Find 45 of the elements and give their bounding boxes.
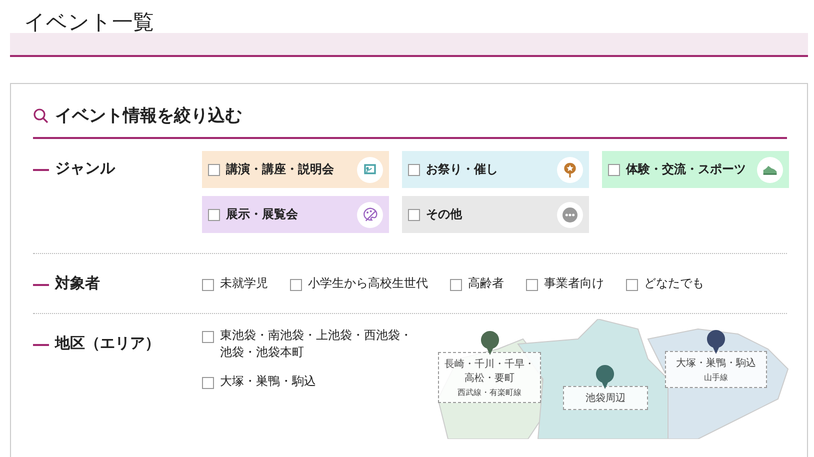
area-name: 池袋周辺 [584,392,626,405]
option-label: 東池袋・南池袋・上池袋・西池袋・池袋・池袋本町 [220,327,413,361]
train-line: 山手線 [703,372,729,383]
checkbox[interactable] [626,278,638,290]
option-label: 未就学児 [220,275,268,292]
checkbox[interactable] [408,164,420,176]
area-name: 長崎・千川・千早・高松・要町 [444,358,536,385]
filter-heading: イベント情報を絞り込む [55,105,242,127]
checkbox[interactable] [408,208,420,220]
checkbox[interactable] [202,331,214,343]
option-label: 事業者向け [544,275,604,292]
option-label: 小学生から高校生世代 [308,275,428,292]
section-label: 対象者 [55,274,100,293]
genre-option[interactable]: お祭り・催し [402,151,589,188]
map-area-label[interactable]: 池袋周辺 [563,386,648,410]
genre-label: お祭り・催し [426,161,499,178]
genre-label: 体験・交流・スポーツ [626,161,747,178]
checkbox[interactable] [450,278,462,290]
map-area-label[interactable]: 長崎・千川・千早・高松・要町 西武線・有楽町線 [438,352,541,403]
option-label: どなたでも [644,275,704,292]
genre-label: 講演・講座・説明会 [226,161,335,178]
page-title: イベント一覧 [24,9,154,36]
genre-label: 展示・展覧会 [226,206,299,223]
section-label: 地区（エリア） [55,334,160,353]
other-icon [557,202,583,228]
genre-option[interactable]: 講演・講座・説明会 [202,151,389,188]
option-label: 大塚・巣鴨・駒込 [220,373,316,390]
section-label: ジャンル [55,159,115,178]
checkbox[interactable] [208,164,220,176]
checkbox[interactable] [202,377,214,389]
lecture-icon [357,156,383,182]
checkbox[interactable] [290,278,302,290]
map-area-label[interactable]: 大塚・巣鴨・駒込 山手線 [665,351,767,388]
checkbox[interactable] [526,278,538,290]
checkbox[interactable] [608,164,620,176]
option-label: 高齢者 [468,275,504,292]
genre-label: その他 [426,206,463,223]
checkbox[interactable] [202,278,214,290]
train-line: 西武線・有楽町線 [456,387,522,398]
genre-option[interactable]: 展示・展覧会 [202,196,389,233]
search-icon [33,108,49,124]
checkbox[interactable] [208,208,220,220]
area-name: 大塚・巣鴨・駒込 [675,356,757,370]
genre-option[interactable]: 体験・交流・スポーツ [602,151,789,188]
genre-option[interactable]: その他 [402,196,589,233]
